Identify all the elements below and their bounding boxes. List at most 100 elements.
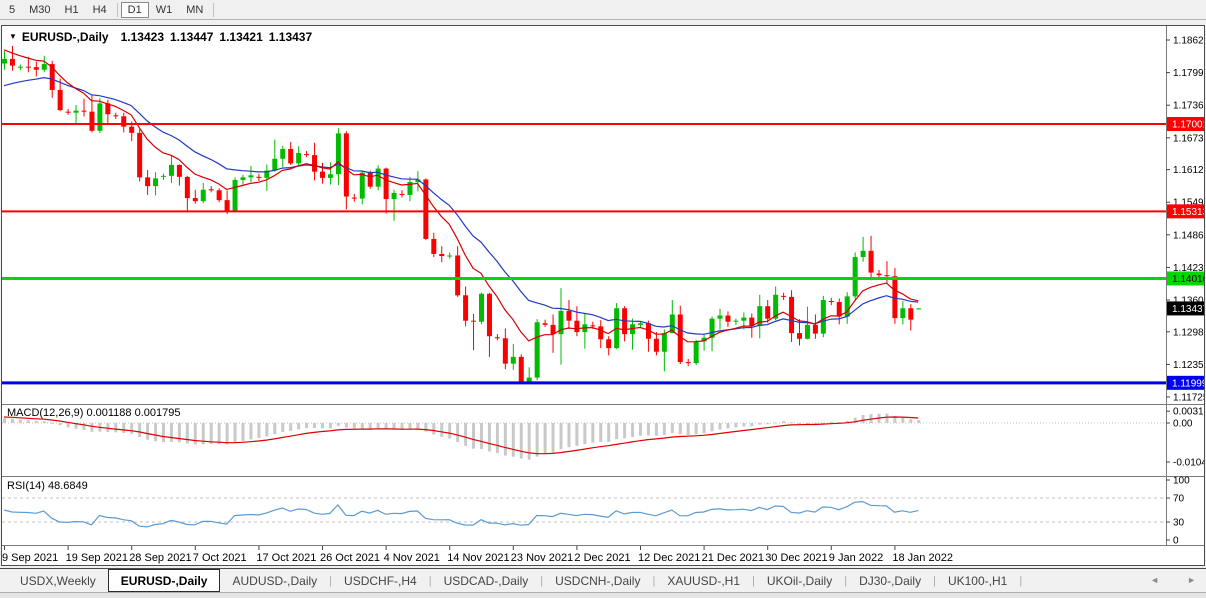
candle-body (161, 176, 166, 177)
tab-usdchf-h4[interactable]: USDCHF-,H4 (332, 569, 429, 592)
candles-layer (2, 46, 921, 384)
candle-body (519, 357, 524, 382)
macd-hist-bar (257, 423, 260, 438)
macd-hist-bar (305, 423, 308, 428)
price-axis-label: 1.17995 (1173, 68, 1204, 79)
tab-ukoil-daily[interactable]: UKOil-,Daily (755, 569, 844, 592)
timeframe-button-5[interactable]: 5 (2, 2, 22, 18)
candle-body (853, 257, 858, 296)
rsi-axis-label: 100 (1173, 476, 1190, 487)
timeframe-button-h1[interactable]: H1 (58, 2, 86, 18)
tab-dj30-daily[interactable]: DJ30-,Daily (847, 569, 933, 592)
candle-body (2, 59, 7, 64)
macd-hist-bar (273, 423, 276, 434)
candle-body (765, 306, 770, 318)
tab-uk100-h1[interactable]: UK100-,H1 (936, 569, 1019, 592)
candle-body (209, 189, 214, 190)
macd-hist-bar (719, 423, 722, 430)
candle-body (376, 169, 381, 187)
chart-window[interactable]: 1.186251.179951.173651.167351.161201.154… (1, 25, 1205, 566)
status-bar (0, 592, 1206, 598)
candle-body (82, 111, 87, 112)
candle-body (638, 323, 643, 325)
rsi-pane[interactable] (2, 498, 1166, 527)
candle-body (129, 127, 134, 133)
macd-axis-label: -0.01043 (1173, 457, 1204, 468)
rsi-indicator-label: RSI(14) 48.6849 (7, 480, 88, 492)
tab-xauusd-h1[interactable]: XAUUSD-,H1 (655, 569, 752, 592)
tab-eurusd-daily[interactable]: EURUSD-,Daily (108, 569, 221, 592)
macd-hist-bar (695, 423, 698, 434)
macd-hist-bar (170, 423, 173, 442)
macd-hist-bar (790, 422, 793, 423)
macd-hist-bar (440, 423, 443, 437)
candle-body (280, 149, 285, 159)
macd-hist-bar (766, 423, 769, 424)
macd-hist-bar (281, 423, 284, 432)
macd-hist-bar (615, 423, 618, 439)
macd-hist-bar (726, 423, 729, 428)
macd-hist-bar (90, 423, 93, 432)
timeframe-button-d1[interactable]: D1 (121, 2, 149, 18)
date-label: 2 Dec 2021 (574, 552, 630, 564)
macd-hist-bar (242, 423, 245, 441)
macd-pane[interactable] (2, 414, 1166, 460)
date-label: 9 Jan 2022 (829, 552, 883, 564)
candle-body (694, 341, 699, 363)
candle-body (185, 177, 190, 198)
candle-body (10, 59, 15, 66)
macd-hist-bar (909, 419, 912, 423)
candle-body (256, 177, 261, 178)
price-pane[interactable] (2, 46, 1166, 384)
macd-hist-bar (663, 423, 666, 435)
timeframe-button-w1[interactable]: W1 (149, 2, 180, 18)
candle-body (543, 323, 548, 325)
macd-hist-bar (512, 423, 515, 457)
chart-canvas[interactable]: 1.186251.179951.173651.167351.161201.154… (2, 26, 1204, 565)
timeframe-button-m30[interactable]: M30 (22, 2, 57, 18)
rsi-line (4, 502, 918, 527)
candle-body (344, 133, 349, 196)
macd-hist-bar (67, 423, 70, 427)
candle-body (288, 149, 293, 163)
candle-body (89, 112, 94, 131)
macd-hist-bar (734, 423, 737, 427)
candle-body (829, 301, 834, 302)
price-axis-label: 1.14860 (1173, 230, 1204, 241)
candle-body (733, 321, 738, 322)
date-label: 14 Nov 2021 (447, 552, 509, 564)
timeframe-toolbar: 5M30H1H4 D1W1MN (0, 0, 1206, 20)
timeframe-button-h4[interactable]: H4 (86, 2, 114, 18)
candle-body (272, 159, 277, 171)
candle-body (654, 339, 659, 352)
macd-hist-bar (114, 423, 117, 432)
candle-body (463, 295, 468, 320)
candle-body (916, 308, 921, 309)
date-label: 17 Oct 2021 (256, 552, 316, 564)
tab-audusd-daily[interactable]: AUDUSD-,Daily (220, 569, 329, 592)
candle-body (574, 321, 579, 332)
macd-hist-bar (544, 423, 547, 454)
tab-scroll-right-icon[interactable]: ► (1187, 575, 1196, 585)
date-label: 12 Dec 2021 (638, 552, 700, 564)
symbol-dropdown-icon[interactable]: ▼ (9, 32, 17, 41)
candle-body (392, 193, 397, 199)
tab-scroll-left-icon[interactable]: ◄ (1150, 575, 1159, 585)
candle-body (527, 378, 532, 382)
date-label: 30 Dec 2021 (765, 552, 827, 564)
candle-body (320, 172, 325, 178)
candle-body (439, 254, 444, 256)
macd-hist-bar (361, 423, 364, 428)
candle-body (352, 198, 357, 199)
timeframe-button-mn[interactable]: MN (179, 2, 210, 18)
macd-hist-bar (774, 422, 777, 423)
macd-hist-bar (552, 423, 555, 452)
axes-layer: 1.186251.179951.173651.167351.161201.154… (2, 26, 1204, 564)
macd-hist-bar (782, 421, 785, 423)
macd-hist-bar (178, 423, 181, 442)
tab-usdcad-daily[interactable]: USDCAD-,Daily (432, 569, 541, 592)
candle-body (495, 337, 500, 338)
macd-hist-bar (472, 423, 475, 449)
tab-usdcnh-daily[interactable]: USDCNH-,Daily (543, 569, 652, 592)
tab-usdx-weekly[interactable]: USDX,Weekly (8, 569, 108, 592)
